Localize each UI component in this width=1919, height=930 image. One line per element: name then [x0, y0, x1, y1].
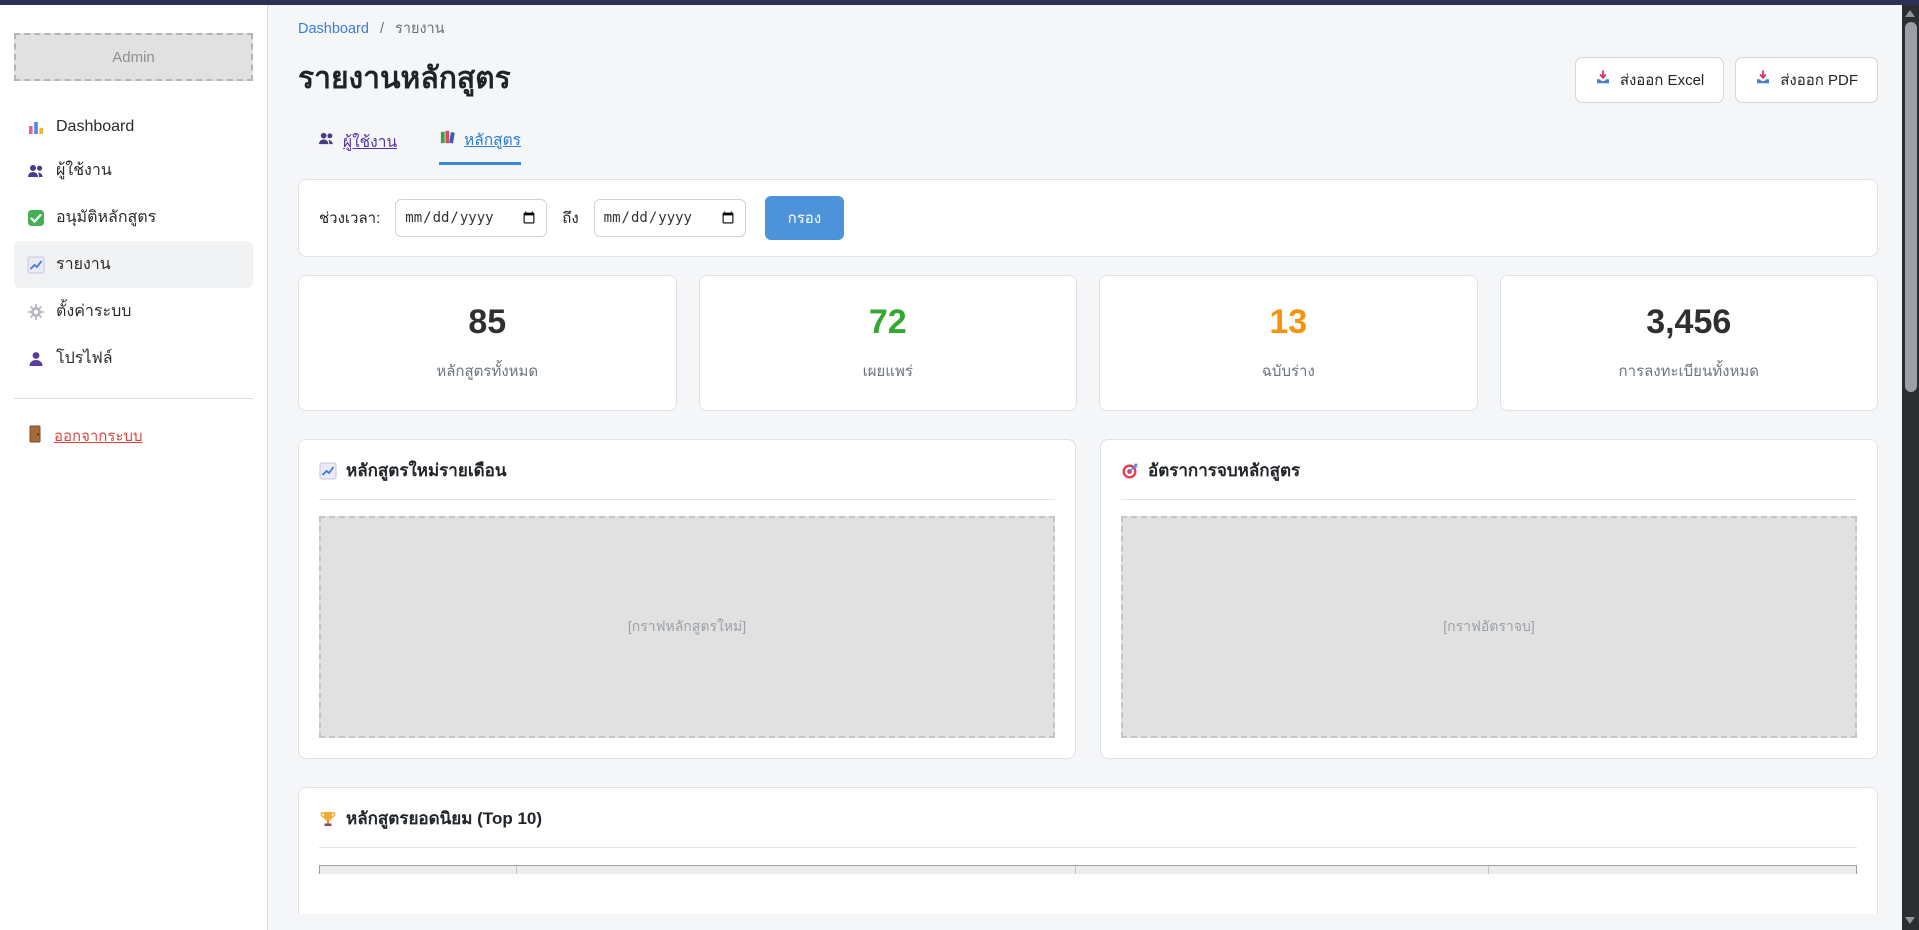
sidebar-item-label: โปรไฟล์	[56, 346, 113, 371]
sidebar-item-approve-courses[interactable]: อนุมัติหลักสูตร	[14, 194, 253, 241]
stat-value: 72	[700, 303, 1077, 342]
date-from-input[interactable]	[395, 199, 547, 237]
stat-card-total-enrollments: 3,456 การลงทะเบียนทั้งหมด	[1500, 275, 1879, 411]
door-icon	[27, 425, 43, 447]
breadcrumb: Dashboard / รายงาน	[298, 17, 1878, 40]
sidebar-divider	[14, 398, 253, 399]
top-courses-card: หลักสูตรยอดนิยม (Top 10)	[298, 787, 1878, 914]
sidebar-item-reports[interactable]: รายงาน	[14, 241, 253, 288]
sidebar-item-settings[interactable]: ตั้งค่าระบบ	[14, 288, 253, 335]
filter-to-label: ถึง	[562, 206, 578, 230]
check-icon	[27, 209, 45, 227]
chart-card-completion-rate: อัตราการจบหลักสูตร [กราฟอัตราจบ]	[1100, 439, 1878, 759]
table-header-cell	[320, 866, 517, 874]
chart-card-header: อัตราการจบหลักสูตร	[1121, 457, 1857, 484]
line-chart-icon	[27, 256, 45, 274]
table-header-cell	[517, 866, 1076, 874]
card-divider	[319, 847, 1857, 848]
sidebar: Admin Dashboard ผู้ใช้งาน อนุมัติหลักสูต…	[0, 5, 268, 930]
stats-row: 85 หลักสูตรทั้งหมด 72 เผยแพร่ 13 ฉบับร่า…	[298, 275, 1878, 411]
logout-link[interactable]: ออกจากระบบ	[14, 413, 253, 459]
sidebar-item-label: ผู้ใช้งาน	[56, 158, 112, 183]
export-excel-button[interactable]: ส่งออก Excel	[1575, 57, 1724, 103]
person-icon	[27, 350, 45, 368]
page-title: รายงานหลักสูตร	[298, 55, 511, 102]
books-icon	[439, 129, 456, 151]
breadcrumb-dashboard-link[interactable]: Dashboard	[298, 21, 369, 37]
stat-label: การลงทะเบียนทั้งหมด	[1501, 359, 1878, 383]
chart-placeholder-text: [กราฟหลักสูตรใหม่]	[628, 616, 746, 638]
breadcrumb-current: รายงาน	[395, 21, 445, 37]
stat-value: 3,456	[1501, 303, 1878, 342]
export-button-group: ส่งออก Excel ส่งออก PDF	[1575, 57, 1878, 103]
sidebar-item-users[interactable]: ผู้ใช้งาน	[14, 147, 253, 194]
chart-title: หลักสูตรใหม่รายเดือน	[346, 457, 507, 484]
stat-label: ฉบับร่าง	[1100, 359, 1477, 383]
top-courses-table-header	[319, 865, 1857, 874]
filter-range-label: ช่วงเวลา:	[319, 206, 380, 230]
chart-placeholder-text: [กราฟอัตราจบ]	[1443, 616, 1535, 638]
stat-card-total-courses: 85 หลักสูตรทั้งหมด	[298, 275, 677, 411]
stat-label: เผยแพร่	[700, 359, 1077, 383]
sidebar-nav: Dashboard ผู้ใช้งาน อนุมัติหลักสูตร รายง…	[14, 107, 253, 382]
app-root: Admin Dashboard ผู้ใช้งาน อนุมัติหลักสูต…	[0, 5, 1919, 930]
stat-card-drafts: 13 ฉบับร่าง	[1099, 275, 1478, 411]
main-content: Dashboard / รายงาน รายงานหลักสูตร ส่งออก…	[268, 5, 1902, 930]
line-chart-icon	[319, 462, 337, 480]
stat-value: 85	[299, 303, 676, 342]
filter-bar: ช่วงเวลา: ถึง กรอง	[298, 179, 1878, 257]
filter-button[interactable]: กรอง	[765, 196, 844, 240]
admin-logo-placeholder: Admin	[14, 33, 253, 81]
trophy-icon	[319, 810, 337, 828]
gear-icon	[27, 303, 45, 321]
stat-value: 13	[1100, 303, 1477, 342]
sidebar-item-label: อนุมัติหลักสูตร	[56, 205, 156, 230]
scrollbar-up-arrow-icon[interactable]	[1905, 10, 1915, 17]
top-courses-header: หลักสูตรยอดนิยม (Top 10)	[319, 805, 1857, 832]
logout-label: ออกจากระบบ	[54, 424, 143, 448]
chart-card-new-courses: หลักสูตรใหม่รายเดือน [กราฟหลักสูตรใหม่]	[298, 439, 1076, 759]
admin-logo-text: Admin	[112, 49, 155, 66]
sidebar-item-label: ตั้งค่าระบบ	[56, 299, 131, 324]
download-icon	[1755, 70, 1771, 90]
card-divider	[1121, 499, 1857, 500]
charts-row: หลักสูตรใหม่รายเดือน [กราฟหลักสูตรใหม่] …	[298, 439, 1878, 759]
tab-users-label: ผู้ใช้งาน	[343, 129, 397, 154]
sidebar-item-label: รายงาน	[56, 252, 111, 277]
sidebar-item-profile[interactable]: โปรไฟล์	[14, 335, 253, 382]
page-scrollbar[interactable]	[1902, 5, 1919, 930]
target-icon	[1121, 462, 1139, 480]
completion-rate-chart-placeholder: [กราฟอัตราจบ]	[1121, 516, 1857, 738]
tab-courses-label: หลักสูตร	[464, 127, 521, 152]
table-header-cell	[1489, 866, 1856, 874]
sidebar-item-label: Dashboard	[56, 118, 134, 136]
tab-bar: ผู้ใช้งาน หลักสูตร	[298, 127, 1878, 165]
date-to-input[interactable]	[594, 199, 746, 237]
table-header-cell	[1076, 866, 1489, 874]
chart-title: อัตราการจบหลักสูตร	[1148, 457, 1300, 484]
breadcrumb-separator: /	[380, 21, 384, 37]
tab-courses[interactable]: หลักสูตร	[439, 127, 521, 165]
sidebar-item-dashboard[interactable]: Dashboard	[14, 107, 253, 147]
bar-chart-icon	[27, 118, 45, 136]
stat-card-published: 72 เผยแพร่	[699, 275, 1078, 411]
scrollbar-thumb[interactable]	[1905, 22, 1917, 392]
scrollbar-down-arrow-icon[interactable]	[1905, 917, 1915, 924]
export-pdf-button[interactable]: ส่งออก PDF	[1735, 57, 1878, 103]
stat-label: หลักสูตรทั้งหมด	[299, 359, 676, 383]
new-courses-chart-placeholder: [กราฟหลักสูตรใหม่]	[319, 516, 1055, 738]
chart-card-header: หลักสูตรใหม่รายเดือน	[319, 457, 1055, 484]
users-icon	[27, 162, 45, 180]
tab-users[interactable]: ผู้ใช้งาน	[318, 127, 397, 165]
top-courses-title: หลักสูตรยอดนิยม (Top 10)	[346, 805, 542, 832]
users-icon	[318, 130, 335, 152]
export-pdf-label: ส่งออก PDF	[1780, 68, 1858, 92]
download-icon	[1595, 70, 1611, 90]
export-excel-label: ส่งออก Excel	[1620, 68, 1704, 92]
page-header-row: รายงานหลักสูตร ส่งออก Excel ส่งออก PDF	[298, 55, 1878, 103]
card-divider	[319, 499, 1055, 500]
